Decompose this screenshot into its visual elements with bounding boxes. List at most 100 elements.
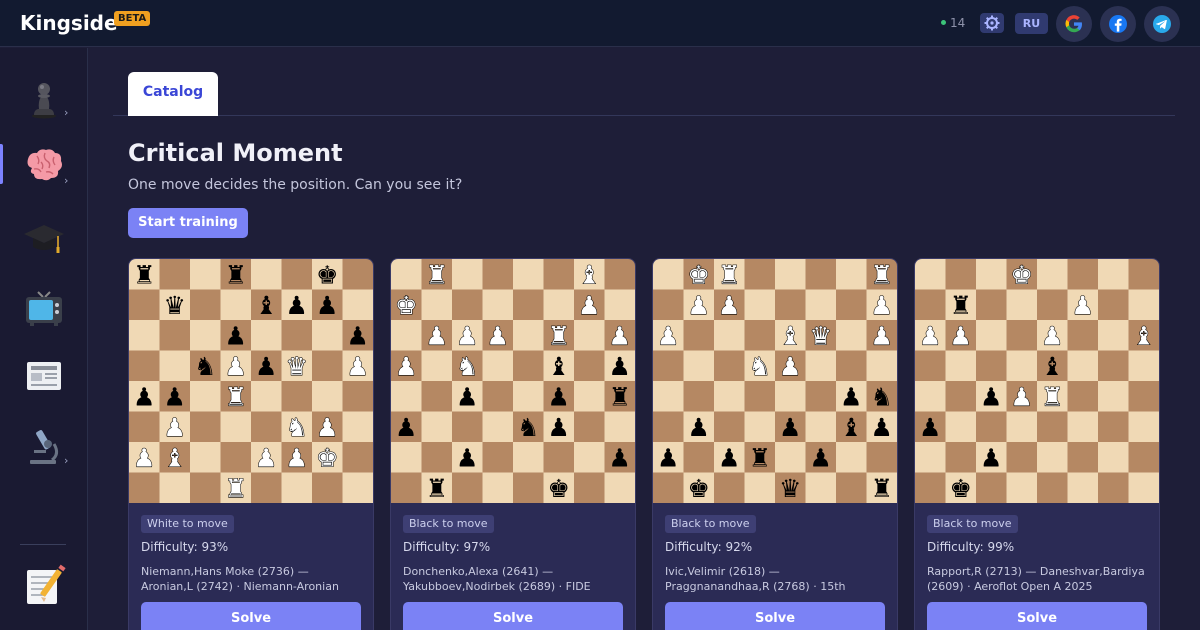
- solve-button[interactable]: Solve: [403, 602, 623, 630]
- board-square[interactable]: [714, 320, 745, 351]
- board-square[interactable]: [1006, 350, 1038, 382]
- white-pawn-icon[interactable]: ♟: [870, 290, 894, 320]
- board-square[interactable]: [513, 259, 544, 290]
- black-pawn-icon[interactable]: ♟: [456, 443, 478, 472]
- board-square[interactable]: [1098, 411, 1129, 443]
- board-square[interactable]: [653, 411, 684, 443]
- sidebar-item-play[interactable]: ›: [0, 68, 88, 128]
- sidebar-item-news[interactable]: [0, 346, 88, 406]
- board-square[interactable]: [976, 259, 1007, 290]
- white-knight-icon[interactable]: ♞: [285, 412, 309, 442]
- board-square[interactable]: [342, 259, 374, 290]
- board-square[interactable]: [744, 289, 776, 321]
- board-square[interactable]: [312, 320, 343, 351]
- board-square[interactable]: [574, 442, 605, 473]
- board-square[interactable]: [945, 381, 977, 412]
- white-pawn-icon[interactable]: ♟: [918, 321, 942, 351]
- board-square[interactable]: [1037, 411, 1068, 443]
- board-square[interactable]: [543, 289, 575, 321]
- board-square[interactable]: [1128, 350, 1160, 382]
- board-square[interactable]: [604, 259, 636, 290]
- white-pawn-icon[interactable]: ♟: [608, 321, 632, 351]
- sidebar-item-tv[interactable]: [0, 278, 88, 338]
- board-square[interactable]: [1098, 320, 1129, 351]
- board-square[interactable]: [805, 411, 837, 443]
- board-square[interactable]: [482, 289, 514, 321]
- puzzle-card[interactable]: ♜ ♝ ♚ ♟ ♟ ♟ ♟ ♜ ♟ ♟ ♞ ♝ ♟ ♟ ♟ ♜ ♟ ♞ ♟ ♟ ♟ ♜ ♚ Black to move Di…: [390, 258, 636, 630]
- tab-catalog[interactable]: Catalog: [128, 72, 218, 116]
- solve-button[interactable]: Solve: [665, 602, 885, 630]
- board-square[interactable]: [129, 289, 160, 321]
- white-rook-icon[interactable]: ♜: [870, 260, 894, 290]
- black-pawn-icon[interactable]: ♟: [347, 321, 369, 350]
- black-pawn-icon[interactable]: ♟: [980, 382, 1002, 411]
- board-square[interactable]: [391, 472, 422, 504]
- black-knight-icon[interactable]: ♞: [871, 382, 893, 411]
- white-pawn-icon[interactable]: ♟: [346, 351, 370, 381]
- board-square[interactable]: [421, 381, 453, 412]
- white-pawn-icon[interactable]: ♟: [394, 351, 418, 381]
- board-square[interactable]: [714, 411, 745, 443]
- board-square[interactable]: [1098, 472, 1129, 504]
- white-king-icon[interactable]: ♚: [315, 443, 339, 473]
- board-square[interactable]: [342, 289, 374, 321]
- board-square[interactable]: [251, 472, 282, 504]
- board-square[interactable]: [836, 259, 867, 290]
- board-square[interactable]: [1006, 411, 1038, 443]
- white-pawn-icon[interactable]: ♟: [656, 321, 680, 351]
- board-square[interactable]: [1128, 259, 1160, 290]
- board-square[interactable]: [653, 259, 684, 290]
- settings-button[interactable]: [980, 13, 1004, 33]
- white-pawn-icon[interactable]: ♟: [1071, 290, 1095, 320]
- white-bishop-icon[interactable]: ♝: [577, 260, 601, 290]
- board-square[interactable]: [836, 472, 867, 504]
- board-square[interactable]: [915, 289, 946, 321]
- board-square[interactable]: [915, 442, 946, 473]
- board-square[interactable]: [421, 350, 453, 382]
- board-square[interactable]: [775, 381, 806, 412]
- black-pawn-icon[interactable]: ♟: [688, 413, 710, 442]
- board-square[interactable]: [1067, 411, 1099, 443]
- board-square[interactable]: [513, 472, 544, 504]
- board-square[interactable]: [482, 472, 514, 504]
- board-square[interactable]: [1067, 259, 1099, 290]
- board-square[interactable]: [543, 442, 575, 473]
- white-pawn-icon[interactable]: ♟: [486, 321, 510, 351]
- board-square[interactable]: [543, 259, 575, 290]
- white-king-icon[interactable]: ♚: [1010, 260, 1034, 290]
- board-square[interactable]: [945, 259, 977, 290]
- white-pawn-icon[interactable]: ♟: [1010, 382, 1034, 412]
- board-square[interactable]: [452, 472, 483, 504]
- board-square[interactable]: [421, 442, 453, 473]
- board-square[interactable]: [744, 411, 776, 443]
- white-rook-icon[interactable]: ♜: [717, 260, 741, 290]
- board-square[interactable]: [281, 259, 313, 290]
- board-square[interactable]: [976, 472, 1007, 504]
- board-square[interactable]: [1128, 411, 1160, 443]
- board-square[interactable]: [342, 411, 374, 443]
- black-pawn-icon[interactable]: ♟: [316, 291, 338, 320]
- white-queen-icon[interactable]: ♛: [809, 321, 833, 351]
- white-pawn-icon[interactable]: ♟: [425, 321, 449, 351]
- board-square[interactable]: [714, 472, 745, 504]
- black-rook-icon[interactable]: ♜: [950, 291, 972, 320]
- board-square[interactable]: [159, 320, 191, 351]
- black-rook-icon[interactable]: ♜: [133, 260, 155, 289]
- solve-button[interactable]: Solve: [927, 602, 1147, 630]
- board-square[interactable]: [683, 320, 715, 351]
- board-square[interactable]: [1067, 442, 1099, 473]
- board-square[interactable]: [866, 442, 898, 473]
- black-pawn-icon[interactable]: ♟: [657, 443, 679, 472]
- board-square[interactable]: [391, 320, 422, 351]
- board-square[interactable]: [220, 411, 252, 443]
- sidebar-item-analysis[interactable]: ›: [0, 416, 88, 476]
- white-pawn-icon[interactable]: ♟: [687, 290, 711, 320]
- board-square[interactable]: [1128, 289, 1160, 321]
- black-pawn-icon[interactable]: ♟: [395, 413, 417, 442]
- black-knight-icon[interactable]: ♞: [194, 352, 216, 381]
- board-square[interactable]: [1006, 289, 1038, 321]
- board-square[interactable]: [251, 411, 282, 443]
- black-rook-icon[interactable]: ♜: [609, 382, 631, 411]
- board-square[interactable]: [1098, 289, 1129, 321]
- board-square[interactable]: [1006, 320, 1038, 351]
